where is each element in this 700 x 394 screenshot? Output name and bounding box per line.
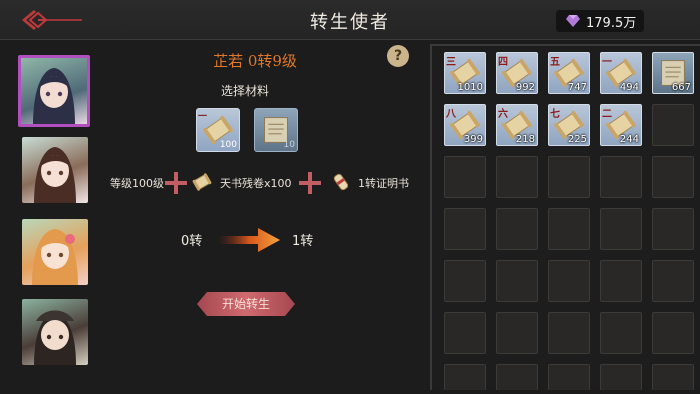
- item-count: 992: [515, 82, 535, 93]
- inventory-slot-empty[interactable]: [600, 156, 642, 198]
- item-grade-tag: 一: [602, 57, 612, 68]
- inventory-slot[interactable]: 五 747: [548, 52, 590, 94]
- inventory-slot-empty[interactable]: [444, 364, 486, 390]
- character-portrait-image: [34, 147, 76, 203]
- inventory-slot-empty[interactable]: [600, 260, 642, 302]
- item-count: 399: [463, 134, 483, 145]
- arrow-right-icon: [218, 228, 280, 252]
- material-slot-1[interactable]: 一 100: [196, 108, 240, 152]
- inventory-panel: 三 1010 四 992 五 747 一 494 667 八 399 六 218…: [430, 44, 700, 390]
- inventory-slot-empty[interactable]: [548, 260, 590, 302]
- inventory-slot[interactable]: 一 494: [600, 52, 642, 94]
- inventory-slot-empty[interactable]: [600, 364, 642, 390]
- requirement-item: 天书残卷x100: [220, 177, 292, 190]
- inventory-slot-empty[interactable]: [548, 364, 590, 390]
- character-portrait-image: [33, 68, 75, 124]
- item-count: 244: [619, 134, 639, 145]
- inventory-slot[interactable]: 二 244: [600, 104, 642, 146]
- inventory-slot-empty[interactable]: [496, 208, 538, 250]
- requirement-level: 等级100级: [110, 177, 164, 190]
- item-grade-tag: 二: [602, 109, 612, 120]
- item-count: 747: [567, 82, 587, 93]
- rebirth-to: 1转: [292, 234, 314, 249]
- start-rebirth-button[interactable]: 开始转生: [197, 292, 295, 316]
- inventory-slot-empty[interactable]: [444, 260, 486, 302]
- inventory-slot-empty[interactable]: [496, 364, 538, 390]
- portrait-2[interactable]: [22, 137, 88, 203]
- character-portrait-image: [34, 310, 76, 365]
- inventory-slot-empty[interactable]: [444, 156, 486, 198]
- item-count: 225: [567, 134, 587, 145]
- material-count: 100: [219, 140, 237, 150]
- inventory-slot-empty[interactable]: [548, 208, 590, 250]
- item-count: 667: [671, 82, 691, 93]
- select-materials-label: 选择材料: [220, 84, 269, 98]
- scroll-icon: [192, 173, 212, 191]
- item-grade-tag: 七: [550, 109, 560, 120]
- certificate-scroll-icon: [333, 173, 349, 191]
- item-grade-tag: 六: [498, 109, 508, 120]
- inventory-slot[interactable]: 667: [652, 52, 694, 94]
- character-name-level: 芷若 0转9级: [213, 52, 297, 70]
- item-count: 494: [619, 82, 639, 93]
- inventory-slot-empty[interactable]: [496, 260, 538, 302]
- material-slot-2[interactable]: 10: [254, 108, 298, 152]
- portrait-3[interactable]: [22, 219, 88, 285]
- inventory-slot-empty[interactable]: [496, 156, 538, 198]
- inventory-slot-empty[interactable]: [548, 156, 590, 198]
- rebirth-from: 0转: [181, 234, 203, 249]
- inventory-slot[interactable]: 六 218: [496, 104, 538, 146]
- inventory-slot-empty[interactable]: [600, 208, 642, 250]
- inventory-slot-empty[interactable]: [652, 260, 694, 302]
- inventory-slot-empty[interactable]: [444, 312, 486, 354]
- item-grade-tag: 三: [446, 57, 456, 68]
- character-portrait-image: [32, 229, 78, 285]
- item-grade-tag: 四: [498, 57, 508, 68]
- item-grade-tag: 五: [550, 57, 560, 68]
- inventory-slot-empty[interactable]: [652, 208, 694, 250]
- inventory-slot[interactable]: 七 225: [548, 104, 590, 146]
- inventory-slot-empty[interactable]: [652, 104, 694, 146]
- inventory-slot-empty[interactable]: [652, 312, 694, 354]
- inventory-slot[interactable]: 八 399: [444, 104, 486, 146]
- inventory-slot-empty[interactable]: [652, 156, 694, 198]
- inventory-slot[interactable]: 三 1010: [444, 52, 486, 94]
- plus-icon: [299, 172, 321, 194]
- inventory-slot[interactable]: 四 992: [496, 52, 538, 94]
- inventory-slot-empty[interactable]: [600, 312, 642, 354]
- item-count: 1010: [457, 82, 483, 93]
- inventory-slot-empty[interactable]: [496, 312, 538, 354]
- item-grade-tag: 八: [446, 109, 456, 120]
- item-count: 218: [515, 134, 535, 145]
- portrait-4[interactable]: [22, 299, 88, 365]
- gem-balance: 179.5万: [556, 10, 644, 32]
- inventory-slot-empty[interactable]: [548, 312, 590, 354]
- gem-balance-value: 179.5万: [586, 15, 637, 31]
- requirement-result: 1转证明书: [358, 177, 409, 190]
- top-bar: 转生使者 179.5万: [0, 0, 700, 40]
- help-button[interactable]: ?: [387, 45, 409, 67]
- inventory-slot-empty[interactable]: [444, 208, 486, 250]
- plus-icon: [165, 172, 187, 194]
- material-count: 10: [283, 140, 295, 150]
- gem-icon: [566, 15, 580, 27]
- material-grade-tag: 一: [198, 112, 208, 122]
- inventory-slot-empty[interactable]: [652, 364, 694, 390]
- portrait-1[interactable]: [18, 55, 90, 127]
